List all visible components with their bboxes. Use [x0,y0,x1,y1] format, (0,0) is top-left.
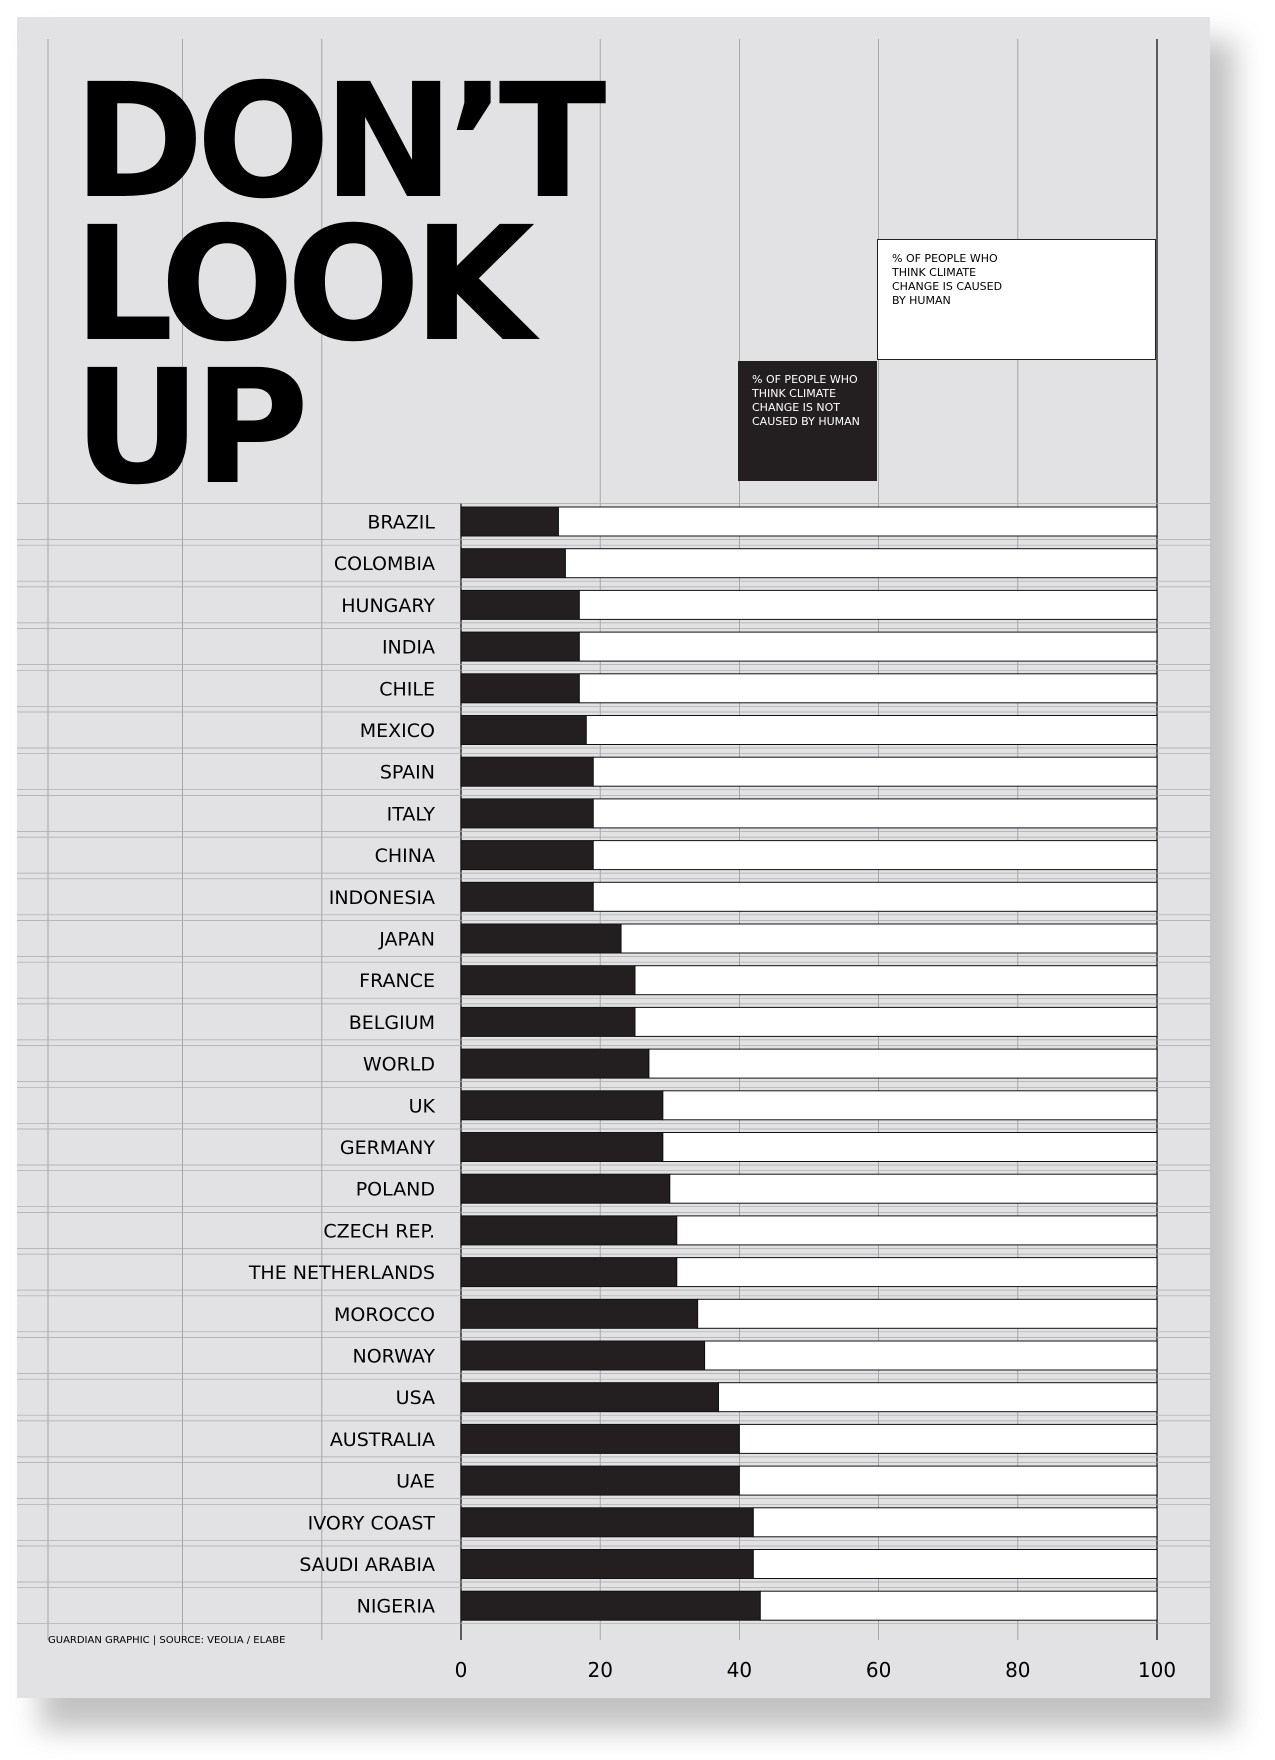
bar-human [557,506,1158,537]
bar-not-human [460,1382,720,1413]
bar-not-human [460,923,622,954]
bar-not-human [460,798,594,829]
bar-human [592,798,1158,829]
country-label: MOROCCO [334,1304,435,1326]
bar-human [592,840,1158,871]
country-label: COLOMBIA [334,553,435,575]
bar-not-human [460,715,587,745]
bar-human [662,1132,1158,1162]
bar-not-human [460,1090,664,1121]
bar-not-human [460,1173,671,1204]
bar-human [592,756,1158,787]
country-label: AUSTRALIA [330,1429,435,1451]
bar-not-human [460,1298,699,1329]
country-label: THE NETHERLANDS [248,1262,435,1284]
bar-not-human [460,548,566,579]
x-tick-label: 100 [1138,1658,1176,1682]
source-credit: GUARDIAN GRAPHIC | SOURCE: VEOLIA / ELAB… [48,1635,286,1646]
bar-human [676,1257,1158,1288]
country-label: SAUDI ARABIA [299,1554,435,1576]
bar-not-human [460,631,580,662]
legend-not-human-label: % OF PEOPLE WHO THINK CLIMATE CHANGE IS … [752,373,860,428]
bar-human [585,715,1158,745]
bar-not-human [460,673,580,704]
bar-human [634,965,1158,996]
country-label: UK [409,1095,436,1117]
bar-human [669,1173,1158,1204]
x-tick-label: 60 [866,1658,891,1682]
bar-human [634,1006,1158,1037]
country-label: UAE [396,1471,435,1493]
bar-not-human [460,1006,636,1037]
bar-human [592,881,1158,912]
country-label: POLAND [356,1179,435,1201]
bar-not-human [460,1549,754,1579]
country-label: NIGERIA [357,1596,435,1618]
bar-human [718,1382,1158,1413]
bar-not-human [460,756,594,787]
legend-human: % OF PEOPLE WHO THINK CLIMATE CHANGE IS … [877,239,1156,360]
bar-human [752,1549,1158,1579]
x-tick-label: 20 [587,1658,612,1682]
bar-not-human [460,1257,678,1288]
bar-human [578,673,1158,704]
title-line-3: UP [73,336,309,520]
legend-human-label: % OF PEOPLE WHO THINK CLIMATE CHANGE IS … [892,252,1003,307]
poster: BRAZIL COLOMBIA HUNGARY INDIA CHILE MEXICO SPA… [17,17,1210,1698]
bar-not-human [460,506,559,537]
country-label: SPAIN [380,762,435,784]
bar-human [759,1590,1158,1621]
bar-human [752,1507,1158,1538]
bar-human [738,1423,1158,1454]
bar-not-human [460,1590,761,1621]
country-label: INDONESIA [329,887,435,909]
bar-not-human [460,1507,754,1538]
legend-not-human: % OF PEOPLE WHO THINK CLIMATE CHANGE IS … [738,361,877,481]
bar-not-human [460,840,594,871]
country-label: ITALY [387,803,436,825]
bar-human [620,923,1158,954]
country-label: JAPAN [378,929,435,951]
country-label: NORWAY [353,1346,436,1368]
country-label: INDIA [382,637,435,659]
country-label: HUNGARY [341,595,435,617]
bar-human [676,1215,1158,1246]
bar-human [704,1340,1158,1371]
bar-human [578,589,1158,620]
country-label: GERMANY [340,1137,436,1159]
bar-not-human [460,1048,650,1079]
country-label: CZECH REP. [323,1220,435,1242]
country-label: USA [396,1387,435,1409]
bar-human [662,1090,1158,1121]
x-tick-label: 0 [455,1658,468,1682]
bar-not-human [460,1465,740,1496]
bar-not-human [460,1423,740,1454]
bar-human [564,548,1158,579]
bar-not-human [460,1340,706,1371]
bar-not-human [460,1215,678,1246]
x-tick-label: 40 [727,1658,752,1682]
bar-human [648,1048,1158,1079]
country-label: WORLD [363,1054,435,1076]
country-label: BELGIUM [349,1012,435,1034]
bar-not-human [460,589,580,620]
x-tick-label: 80 [1005,1658,1030,1682]
bar-not-human [460,881,594,912]
country-label: MEXICO [360,720,435,742]
bar-human [738,1465,1158,1496]
bar-human [697,1298,1158,1329]
country-label: IVORY COAST [308,1512,436,1534]
country-label: CHILE [379,678,435,700]
bar-not-human [460,965,636,996]
country-label: FRANCE [359,970,435,992]
country-label: BRAZIL [367,512,435,534]
bar-human [578,631,1158,662]
bar-not-human [460,1132,664,1162]
country-label: CHINA [375,845,435,867]
